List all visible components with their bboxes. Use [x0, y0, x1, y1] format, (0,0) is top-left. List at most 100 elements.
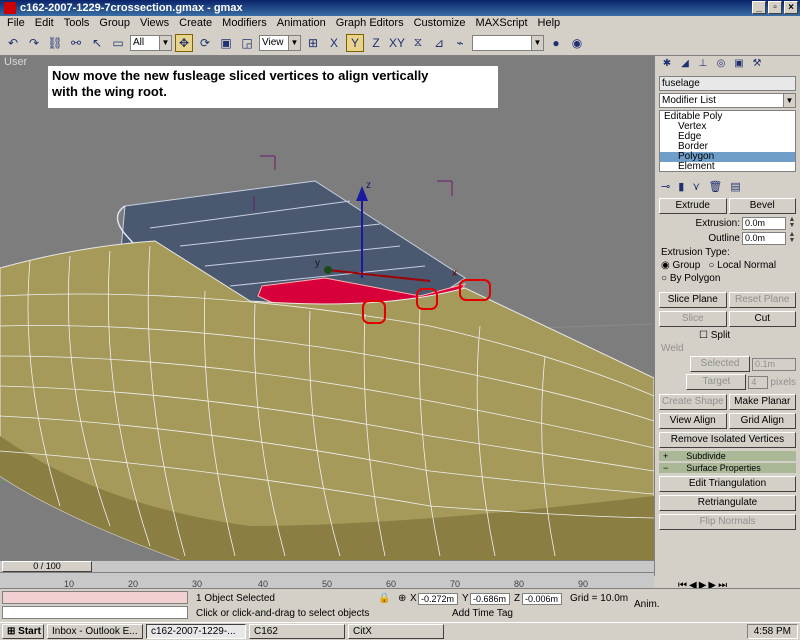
- pivot-icon[interactable]: ⊞: [304, 34, 322, 52]
- close-button[interactable]: ×: [784, 1, 798, 14]
- radio-group[interactable]: ◉ Group: [661, 260, 700, 271]
- flip-normals-button[interactable]: Flip Normals: [659, 514, 796, 530]
- material-editor-icon[interactable]: ●: [547, 34, 565, 52]
- menu-maxscript[interactable]: MAXScript: [471, 16, 533, 30]
- start-button[interactable]: ⊞ Start: [2, 624, 44, 639]
- region-select-icon[interactable]: ▭: [109, 34, 127, 52]
- remove-modifier-icon[interactable]: 🗑: [708, 180, 722, 193]
- utilities-tab-icon[interactable]: ⚒: [749, 58, 765, 72]
- time-slider-thumb[interactable]: 0 / 100: [2, 561, 92, 572]
- maximize-button[interactable]: ▫: [768, 1, 782, 14]
- absolute-mode-icon[interactable]: ⊕: [398, 593, 406, 604]
- taskbar-item-outlook[interactable]: Inbox - Outlook E...: [47, 624, 143, 639]
- hierarchy-tab-icon[interactable]: ⊥: [695, 58, 711, 72]
- weld-threshold-field[interactable]: 0.1m: [752, 357, 796, 371]
- render-icon[interactable]: ◉: [568, 34, 586, 52]
- selection-count: 1 Object Selected: [196, 593, 275, 604]
- remove-isolated-vertices-button[interactable]: Remove Isolated Vertices: [659, 432, 796, 448]
- time-slider[interactable]: 0 / 100: [0, 560, 654, 572]
- extrude-button[interactable]: Extrude: [659, 198, 727, 214]
- rotate-icon[interactable]: ⟳: [196, 34, 214, 52]
- menu-modifiers[interactable]: Modifiers: [217, 16, 272, 30]
- stack-item-element[interactable]: Element: [660, 162, 795, 172]
- align-icon[interactable]: ⊿: [430, 34, 448, 52]
- redo-icon[interactable]: ↷: [25, 34, 43, 52]
- edit-triangulation-button[interactable]: Edit Triangulation: [659, 476, 796, 492]
- undo-icon[interactable]: ↶: [4, 34, 22, 52]
- viewport-user[interactable]: User z y x Now move the new fusleage sli…: [0, 56, 654, 560]
- maxscript-output-field[interactable]: [2, 606, 188, 619]
- outline-field[interactable]: 0.0m: [742, 232, 786, 245]
- lock-selection-icon[interactable]: 🔒: [378, 593, 390, 604]
- spinner-icon[interactable]: ▲ ▼: [788, 216, 796, 230]
- make-planar-button[interactable]: Make Planar: [728, 394, 796, 410]
- spinner-icon[interactable]: ▲ ▼: [788, 231, 796, 245]
- anim-mode-button[interactable]: Anim.: [634, 599, 660, 610]
- grid-align-button[interactable]: Grid Align: [728, 413, 796, 429]
- create-shape-button[interactable]: Create Shape: [659, 394, 727, 410]
- minimize-button[interactable]: _: [752, 1, 766, 14]
- restrict-y-button[interactable]: Y: [346, 33, 364, 52]
- selection-filter-dropdown[interactable]: All ▼: [130, 34, 172, 51]
- modify-tab-icon[interactable]: ◢: [677, 58, 693, 72]
- restrict-xy-button[interactable]: XY: [388, 34, 406, 52]
- named-selection-dropdown[interactable]: ▼: [472, 34, 544, 51]
- timeline-track[interactable]: 10 20 30 40 50 60 70 80 90: [0, 572, 654, 589]
- extrusion-field[interactable]: 0.0m: [742, 217, 786, 230]
- view-align-button[interactable]: View Align: [659, 413, 727, 429]
- move-icon[interactable]: ✥: [175, 33, 193, 52]
- snap-icon[interactable]: ⌁: [451, 34, 469, 52]
- create-tab-icon[interactable]: ✱: [659, 58, 675, 72]
- menu-animation[interactable]: Animation: [272, 16, 331, 30]
- restrict-x-button[interactable]: X: [325, 34, 343, 52]
- taskbar-item-c162[interactable]: C162: [249, 624, 345, 639]
- modifier-list-dropdown[interactable]: Modifier List ▼: [659, 93, 796, 108]
- weld-selected-button[interactable]: Selected: [690, 356, 750, 372]
- cut-button[interactable]: Cut: [728, 311, 796, 327]
- menu-graph-editors[interactable]: Graph Editors: [331, 16, 409, 30]
- taskbar-item-gmax[interactable]: c162-2007-1229-...: [146, 624, 246, 639]
- reset-plane-button[interactable]: Reset Plane: [728, 292, 796, 308]
- make-unique-icon[interactable]: ⋎: [692, 180, 700, 193]
- slice-plane-button[interactable]: Slice Plane: [659, 292, 727, 308]
- menu-customize[interactable]: Customize: [409, 16, 471, 30]
- surface-properties-rollout-header[interactable]: − Surface Properties: [659, 463, 796, 473]
- maxscript-listener-field[interactable]: [2, 591, 188, 604]
- menu-help[interactable]: Help: [533, 16, 566, 30]
- object-name-field[interactable]: fuselage: [659, 76, 796, 91]
- split-checkbox[interactable]: ☐ Split: [699, 330, 730, 341]
- radio-by-polygon[interactable]: ○ By Polygon: [661, 273, 720, 284]
- retriangulate-button[interactable]: Retriangulate: [659, 495, 796, 511]
- unlink-icon[interactable]: ⚯: [67, 34, 85, 52]
- configure-sets-icon[interactable]: ▤: [730, 180, 740, 193]
- y-coord-field[interactable]: -0.686m: [470, 593, 510, 605]
- menu-tools[interactable]: Tools: [59, 16, 95, 30]
- menu-file[interactable]: File: [2, 16, 30, 30]
- reference-coordinate-dropdown[interactable]: View ▼: [259, 34, 301, 51]
- link-icon[interactable]: ⛓: [46, 34, 64, 52]
- bevel-button[interactable]: Bevel: [728, 198, 796, 214]
- pin-stack-icon[interactable]: ⊸: [661, 180, 670, 193]
- scale-alt-icon[interactable]: ◲: [238, 34, 256, 52]
- display-tab-icon[interactable]: ▣: [731, 58, 747, 72]
- restrict-z-button[interactable]: Z: [367, 34, 385, 52]
- radio-local-normal[interactable]: ○ Local Normal: [708, 260, 776, 271]
- select-icon[interactable]: ↖: [88, 34, 106, 52]
- show-end-result-icon[interactable]: ▮: [678, 180, 684, 193]
- x-coord-field[interactable]: -0.272m: [418, 593, 458, 605]
- menu-edit[interactable]: Edit: [30, 16, 59, 30]
- target-pixels-field[interactable]: 4: [748, 375, 769, 389]
- z-coord-field[interactable]: -0.006m: [522, 593, 562, 605]
- add-time-tag[interactable]: Add Time Tag: [452, 608, 513, 619]
- slice-button[interactable]: Slice: [659, 311, 727, 327]
- menu-views[interactable]: Views: [135, 16, 174, 30]
- motion-tab-icon[interactable]: ◎: [713, 58, 729, 72]
- menu-group[interactable]: Group: [94, 16, 135, 30]
- scale-icon[interactable]: ▣: [217, 34, 235, 52]
- subdivide-rollout-header[interactable]: + Subdivide: [659, 451, 796, 461]
- mirror-icon[interactable]: ⧖: [409, 34, 427, 52]
- menu-create[interactable]: Create: [174, 16, 217, 30]
- weld-target-button[interactable]: Target: [686, 374, 747, 390]
- taskbar-item-citx[interactable]: CitX: [348, 624, 444, 639]
- chevron-down-icon: ▼: [531, 35, 543, 50]
